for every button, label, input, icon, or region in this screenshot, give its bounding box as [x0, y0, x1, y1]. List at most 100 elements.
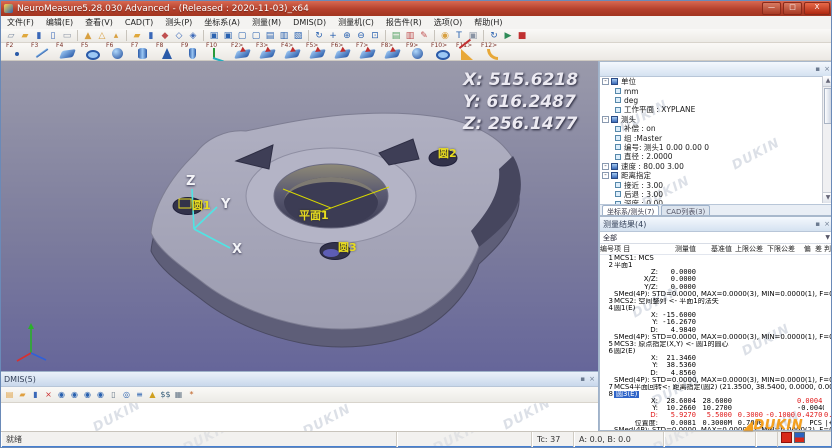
tolerance-icon[interactable]: ✎	[418, 30, 430, 42]
result-row[interactable]: D:4.9840	[600, 327, 832, 334]
cad-align-icon[interactable]: ◆	[159, 30, 171, 42]
result-row[interactable]: SMed(4P): STD=0.0000, MAX=0.0000(3), MIN…	[600, 334, 832, 341]
construct-projection-button[interactable]: F10>	[430, 43, 455, 60]
tree-expander-icon[interactable]: -	[602, 172, 609, 179]
cad-save-icon[interactable]: ▮	[145, 30, 157, 42]
tree-item[interactable]: 深度 : 0.00	[600, 199, 832, 204]
probe-manager-icon[interactable]: ▲	[82, 30, 94, 42]
result-row[interactable]: 6圆2(E)	[600, 348, 832, 355]
result-row[interactable]: 3MCS2: 空间整列 <- 平面1的法矢	[600, 298, 832, 305]
construct-cylinder-button[interactable]: F7>	[355, 43, 380, 60]
save-icon[interactable]: ▮	[33, 30, 45, 42]
label-circle1[interactable]: 圆1	[192, 197, 211, 213]
result-row[interactable]: Y/Z:0.0000	[600, 284, 832, 291]
construct-plane-button[interactable]: F4>	[280, 43, 305, 60]
tab-coordsys-probe[interactable]: 坐标系/测头(7)	[602, 205, 659, 216]
language-flag-icon[interactable]	[794, 432, 805, 443]
result-row[interactable]: X:-15.6000	[600, 312, 832, 319]
result-row[interactable]: D:5.92705.50000.3000-0.10000.42700.1270	[600, 412, 832, 419]
info-scrollbar[interactable]: ▲ ▼	[822, 76, 832, 203]
dmis-new-icon[interactable]: ▤	[4, 389, 15, 400]
cad-surface-icon[interactable]: ◈	[187, 30, 199, 42]
view-iso-icon[interactable]: ▧	[292, 30, 304, 42]
find-icon[interactable]: ◎	[121, 389, 132, 400]
construct-circle-button[interactable]: F5>	[305, 43, 330, 60]
menu-item-CADT[interactable]: CAD(T)	[119, 18, 159, 27]
label-plane1[interactable]: 平面1	[299, 207, 329, 223]
view-rotate-icon[interactable]: ↻	[313, 30, 325, 42]
results-filter-value[interactable]: 全部	[603, 233, 617, 243]
label-circle3[interactable]: 圆3	[338, 239, 357, 255]
step-mode-icon[interactable]: ▯	[108, 389, 119, 400]
menu-item-F[interactable]: 文件(F)	[1, 17, 40, 28]
list-icon[interactable]: ≡	[134, 389, 145, 400]
result-row[interactable]: 5MCS3: 原点指定(X,Y) <- 圆1的圆心	[600, 341, 832, 348]
minimize-button[interactable]: —	[762, 2, 781, 15]
close-button[interactable]: X	[804, 2, 830, 15]
result-row[interactable]: X:28.600428.60000.0004	[600, 398, 832, 405]
probe-calibrate-icon[interactable]: △	[96, 30, 108, 42]
measure-line-button[interactable]: F3	[30, 43, 55, 60]
result-row[interactable]: 7MCS4平面回转<- 距离指定(圆2) (21.3500, 38.5400, …	[600, 384, 832, 391]
run-program-icon[interactable]: ▶	[502, 30, 514, 42]
run-last-icon[interactable]: ◉	[95, 389, 106, 400]
result-row[interactable]: 1MCS1: MCS	[600, 255, 832, 262]
view-right-icon[interactable]: ▥	[278, 30, 290, 42]
dmis-save-icon[interactable]: ▮	[30, 389, 41, 400]
menu-item-H[interactable]: 帮助(H)	[468, 17, 508, 28]
result-row[interactable]: 4圆1(E)	[600, 305, 832, 312]
tree-expander-icon[interactable]: -	[602, 78, 609, 85]
warning-icon[interactable]: ▲	[147, 389, 158, 400]
dmis-open-icon[interactable]: ▰	[17, 389, 28, 400]
view-front-icon[interactable]: ▣	[208, 30, 220, 42]
close-panel-icon[interactable]: ×	[824, 65, 830, 73]
view-bottom-icon[interactable]: ▢	[250, 30, 262, 42]
cost-icon[interactable]: $$	[160, 389, 171, 400]
construct-cone-button[interactable]: F8>	[380, 43, 405, 60]
grid-icon[interactable]: ▦	[173, 389, 184, 400]
scroll-thumb[interactable]	[824, 88, 832, 124]
close-panel-icon[interactable]: ×	[824, 220, 830, 228]
dmis-program-list[interactable]: DUKIN DUKIN DUKIN	[1, 403, 598, 431]
result-row[interactable]: Y:-16.2670	[600, 319, 832, 326]
stop-program-icon[interactable]: ■	[516, 30, 528, 42]
tree-expander-icon[interactable]: -	[602, 116, 609, 123]
measure-point-button[interactable]: F2	[5, 43, 30, 60]
pin-icon[interactable]: ▪	[815, 220, 820, 228]
result-row[interactable]: 2平面1	[600, 262, 832, 269]
run-first-icon[interactable]: ◉	[56, 389, 67, 400]
result-row[interactable]: 8圆3(E)	[600, 391, 832, 398]
measure-plane-button[interactable]: F4	[55, 43, 80, 60]
text-note-icon[interactable]: T	[453, 30, 465, 42]
tree-item[interactable]: mm	[600, 86, 832, 95]
measure-circle-button[interactable]: F5	[80, 43, 105, 60]
result-row[interactable]: Y:10.266010.2700-0.0040	[600, 405, 832, 412]
menu-item-C[interactable]: 测量机(C)	[332, 17, 380, 28]
report-edit-icon[interactable]: ▤	[390, 30, 402, 42]
print-icon[interactable]: ▭	[61, 30, 73, 42]
open-folder-icon[interactable]: ▰	[19, 30, 31, 42]
cad-entity-icon[interactable]: ◇	[173, 30, 185, 42]
construct-line-button[interactable]: F3>	[255, 43, 280, 60]
machine-stop-icon[interactable]	[781, 432, 792, 443]
run-next-icon[interactable]: ◉	[82, 389, 93, 400]
menu-item-M[interactable]: 测量(M)	[246, 17, 287, 28]
chevron-down-icon[interactable]: ▼	[825, 234, 830, 241]
results-filter[interactable]: 全部 ▼	[600, 232, 832, 244]
result-row[interactable]: 位置度:0.00810.3000M0.7000PCS|+	[600, 420, 832, 427]
tree-item[interactable]: -单位	[600, 77, 832, 86]
pin-icon[interactable]: ▪	[815, 65, 820, 73]
report-print-icon[interactable]: ▥	[404, 30, 416, 42]
result-row[interactable]: D:4.8560	[600, 370, 832, 377]
zoom-in-icon[interactable]: ⊕	[341, 30, 353, 42]
tools-icon[interactable]: *	[186, 389, 197, 400]
new-file-icon[interactable]: ▱	[5, 30, 17, 42]
view-left-icon[interactable]: ▤	[264, 30, 276, 42]
result-row[interactable]: X:21.3460	[600, 355, 832, 362]
maximize-button[interactable]: □	[783, 2, 802, 15]
result-row[interactable]: X/Z:0.0000	[600, 276, 832, 283]
view-top-icon[interactable]: ▢	[236, 30, 248, 42]
save-as-icon[interactable]: ▯	[47, 30, 59, 42]
result-row[interactable]: SMed(4P): STD=0.0000, MAX=0.0000(3), MIN…	[600, 291, 832, 298]
zoom-fit-icon[interactable]: ⊡	[369, 30, 381, 42]
